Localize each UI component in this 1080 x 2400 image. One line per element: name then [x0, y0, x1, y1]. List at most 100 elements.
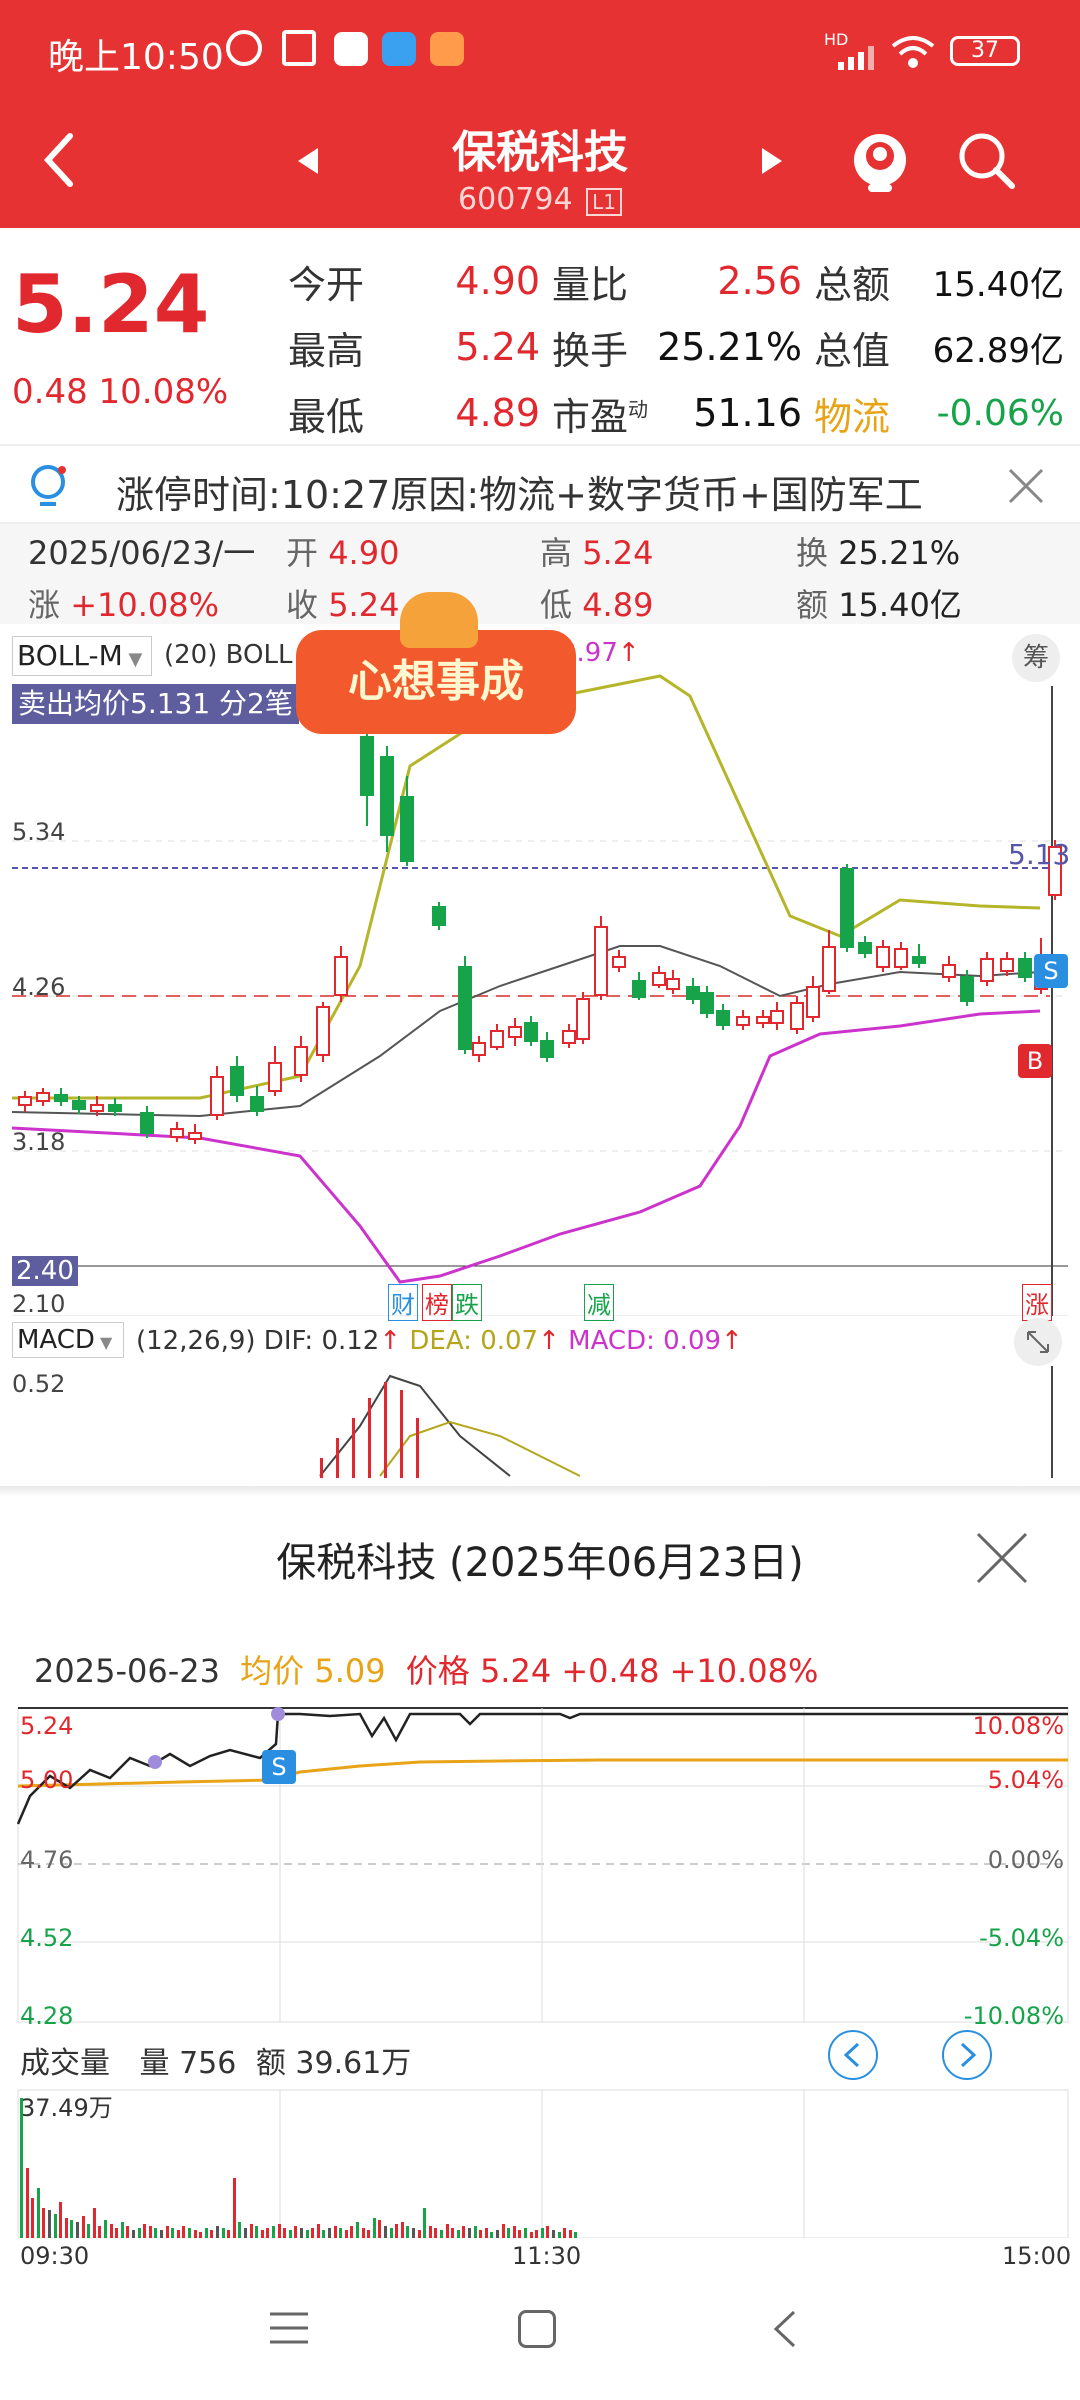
- kline-high: 高 5.24: [540, 528, 653, 574]
- kline-turnover-label: 换: [796, 534, 829, 572]
- search-icon[interactable]: [956, 130, 1016, 190]
- event-tag-drop[interactable]: 跌: [452, 1284, 482, 1321]
- candle-body: [770, 1010, 784, 1024]
- stock-code-line: 600794 L1: [340, 182, 740, 217]
- candle-body: [540, 1040, 554, 1058]
- volume-bar: [496, 2230, 499, 2238]
- volume-bar: [440, 2230, 443, 2238]
- intraday-change-pct: +10.08%: [669, 1652, 819, 1690]
- intraday-avg-label: 均价: [240, 1652, 305, 1690]
- buy-marker[interactable]: B: [1018, 1044, 1052, 1078]
- macd-select[interactable]: MACD ▼: [12, 1322, 124, 1358]
- volume-bar: [160, 2230, 163, 2238]
- prev-day-button[interactable]: [828, 2030, 878, 2080]
- volume-bar: [344, 2230, 348, 2238]
- volume-bar: [389, 2228, 393, 2238]
- intraday-left-label-1: 5.24: [20, 1712, 74, 1740]
- turnover-value: 25.21%: [657, 325, 802, 369]
- close-icon[interactable]: [974, 1530, 1030, 1586]
- volume-bar: [260, 2230, 264, 2238]
- macd-bars: [0, 1366, 1080, 1478]
- candle-body: [36, 1092, 50, 1102]
- quote-row-turnover: 换手 25.21%: [552, 314, 802, 380]
- mascot-icon[interactable]: [850, 126, 910, 196]
- event-tag-finance[interactable]: 财: [388, 1284, 418, 1321]
- volume-bar: [232, 2178, 236, 2238]
- volume-bar: [468, 2228, 471, 2238]
- candle-body: [90, 1104, 104, 1112]
- candle-body: [790, 1002, 804, 1030]
- volume-bar: [277, 2224, 281, 2238]
- back-icon[interactable]: [770, 2308, 800, 2350]
- chevron-down-icon: ▼: [94, 1333, 113, 1352]
- candle-body: [594, 926, 608, 996]
- candle-body: [894, 948, 908, 968]
- low-price-marker: 2.40: [12, 1256, 78, 1286]
- candle-body: [840, 868, 854, 948]
- indicator-select[interactable]: BOLL-M ▼: [12, 636, 152, 676]
- volume-bar: [188, 2228, 191, 2238]
- macd-bar: [352, 1418, 355, 1478]
- stock-name: 保税科技: [452, 127, 628, 178]
- candle-body: [1018, 958, 1032, 978]
- next-stock-icon[interactable]: [760, 146, 784, 176]
- kline-close-value: 5.24: [328, 586, 400, 624]
- quote-row-mktcap: 总值 62.89亿: [814, 314, 1064, 380]
- back-arrow-icon[interactable]: [40, 130, 80, 190]
- candle-body: [18, 1096, 32, 1106]
- volume-bar: [288, 2230, 292, 2238]
- sheet-shadow: [0, 1486, 1080, 1496]
- home-icon[interactable]: [518, 2310, 556, 2348]
- volume-bar: [244, 2228, 247, 2238]
- volume-bar: [31, 2198, 35, 2238]
- volume-bar: [445, 2224, 449, 2238]
- volume-bar: [473, 2226, 477, 2238]
- volume-bar: [104, 2220, 107, 2238]
- volume-bar: [512, 2226, 516, 2238]
- kline-open-value: 4.90: [328, 534, 400, 572]
- volume-bar: [154, 2228, 158, 2238]
- level-badge: L1: [586, 188, 622, 216]
- expand-icon[interactable]: [1014, 1318, 1062, 1366]
- sector-label[interactable]: 物流: [814, 386, 890, 441]
- divider: [0, 444, 1080, 446]
- kline-low-value: 4.89: [582, 586, 654, 624]
- event-tag-rise[interactable]: 涨: [1022, 1284, 1052, 1321]
- candle-body: [210, 1076, 224, 1116]
- up-arrow-icon: ↑: [617, 638, 640, 668]
- low-value: 4.89: [455, 391, 540, 435]
- candle-body: [54, 1094, 68, 1102]
- chip-button[interactable]: 筹: [1012, 634, 1060, 682]
- event-tag-reduce[interactable]: 减: [584, 1284, 614, 1321]
- quote-row-high: 最高 5.24: [288, 314, 540, 380]
- close-icon[interactable]: [1006, 466, 1046, 506]
- intraday-chart[interactable]: [0, 1706, 1080, 2026]
- time-label-noon: 11:30: [512, 2242, 582, 2270]
- volume-bar: [501, 2224, 505, 2238]
- candle-body: [736, 1016, 750, 1026]
- sell-marker[interactable]: S: [1034, 954, 1068, 988]
- y-label-4: 2.10: [12, 1290, 66, 1318]
- volume-bar: [456, 2230, 460, 2238]
- intraday-sell-marker[interactable]: S: [262, 1750, 296, 1784]
- volume-bar: [59, 2202, 63, 2238]
- next-day-button[interactable]: [942, 2030, 992, 2080]
- volume-bar: [568, 2230, 572, 2238]
- quote-col-3: 总额 15.40亿 总值 62.89亿 物流 -0.06%: [814, 248, 1064, 446]
- up-arrow-icon: ↑: [538, 1326, 560, 1356]
- limitup-notice[interactable]: 涨停时间:10:27原因:物流+数字货币+国防军工: [116, 464, 923, 519]
- volume-bar: [210, 2230, 214, 2238]
- kline-amount: 额 15.40亿: [796, 580, 962, 626]
- volume-bar: [143, 2224, 147, 2238]
- pe-label: 市盈动: [552, 386, 648, 441]
- candle-body: [432, 906, 446, 926]
- y-label-1: 5.34: [12, 818, 66, 846]
- candle-body: [942, 964, 956, 978]
- volume-bar: [518, 2230, 522, 2238]
- prev-stock-icon[interactable]: [296, 146, 320, 176]
- kline-close-label: 收: [286, 586, 319, 624]
- event-tag-rank[interactable]: 榜: [422, 1284, 452, 1321]
- quote-row-sector[interactable]: 物流 -0.06%: [814, 380, 1064, 446]
- y-label-3: 3.18: [12, 1128, 66, 1156]
- menu-icon[interactable]: [268, 2310, 310, 2346]
